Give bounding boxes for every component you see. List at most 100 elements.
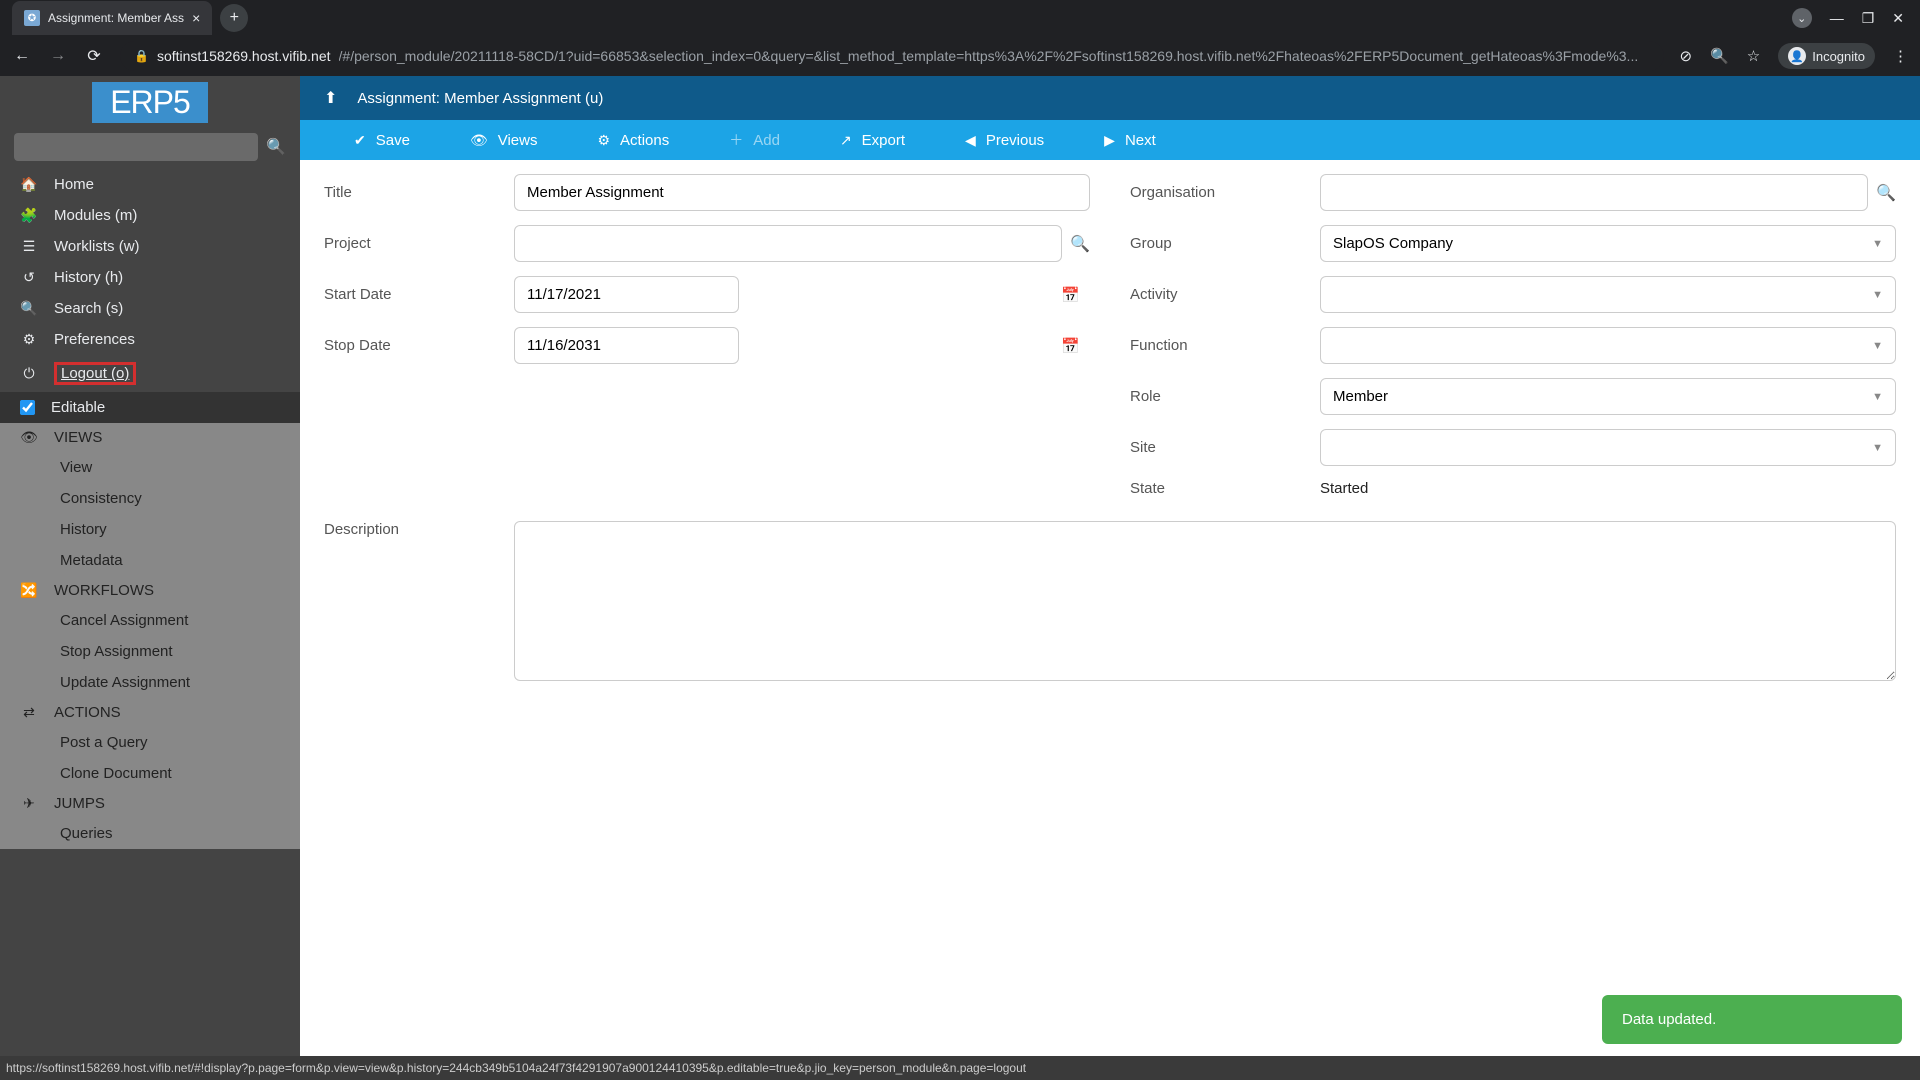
search-icon: 🔍	[20, 300, 38, 317]
sidebar-item-worklists[interactable]: ☰ Worklists (w)	[0, 231, 300, 262]
reload-icon[interactable]: ⟳	[84, 46, 104, 66]
sidebar-item-label: Preferences	[54, 331, 135, 348]
minimize-icon[interactable]: —	[1830, 10, 1844, 26]
incognito-badge[interactable]: 👤 Incognito	[1778, 43, 1875, 69]
view-item-consistency[interactable]: Consistency	[0, 483, 300, 514]
sidebar-search-input[interactable]	[14, 133, 258, 161]
workflow-update[interactable]: Update Assignment	[0, 667, 300, 698]
chrome-profile-icon[interactable]: ⌄	[1792, 8, 1812, 28]
row-activity: Activity ▼	[1130, 276, 1896, 313]
row-group: Group SlapOS Company ▼	[1130, 225, 1896, 262]
section-workflows: 🔀 WORKFLOWS	[0, 576, 300, 605]
row-project: Project 🔍	[324, 225, 1090, 262]
tab-title: Assignment: Member Ass	[48, 11, 184, 25]
action-clone[interactable]: Clone Document	[0, 758, 300, 789]
toggle-icon[interactable]: ⊘	[1680, 47, 1693, 65]
workflow-cancel[interactable]: Cancel Assignment	[0, 605, 300, 636]
puzzle-icon: 🧩	[20, 207, 38, 224]
function-select[interactable]: ▼	[1320, 327, 1896, 364]
browser-tab[interactable]: ✪ Assignment: Member Ass ×	[12, 1, 212, 35]
sidebar-item-logout[interactable]: ⏻ Logout (o)	[0, 355, 300, 392]
row-organisation: Organisation 🔍	[1130, 174, 1896, 211]
sidebar-item-modules[interactable]: 🧩 Modules (m)	[0, 200, 300, 231]
add-button[interactable]: ＋ Add	[699, 130, 810, 150]
plane-icon: ✈	[20, 795, 38, 812]
maximize-icon[interactable]: ❐	[1862, 10, 1875, 27]
view-item-view[interactable]: View	[0, 452, 300, 483]
form-grid: Title Project 🔍 Start Date	[324, 174, 1896, 511]
sidebar-item-label: Worklists (w)	[54, 238, 140, 255]
title-input[interactable]	[514, 174, 1090, 211]
row-state: State Started	[1130, 480, 1896, 497]
label-organisation: Organisation	[1130, 184, 1320, 201]
forward-icon[interactable]: →	[48, 47, 68, 65]
up-icon[interactable]: ⬆	[324, 88, 337, 108]
sidebar-item-search[interactable]: 🔍 Search (s)	[0, 293, 300, 324]
logo[interactable]: ERP5	[92, 82, 208, 123]
sidebar-item-label: Editable	[51, 399, 105, 416]
section-label: WORKFLOWS	[54, 582, 154, 599]
label-project: Project	[324, 235, 514, 252]
organisation-search-icon[interactable]: 🔍	[1876, 183, 1896, 203]
group-select[interactable]: SlapOS Company ▼	[1320, 225, 1896, 262]
button-label: Save	[376, 132, 410, 149]
workflow-stop[interactable]: Stop Assignment	[0, 636, 300, 667]
stop-date-input[interactable]	[514, 327, 739, 364]
project-input[interactable]	[514, 225, 1062, 262]
url-bar[interactable]: 🔒 softinst158269.host.vifib.net /#/perso…	[120, 41, 1664, 71]
action-post-query[interactable]: Post a Query	[0, 727, 300, 758]
role-select[interactable]: Member ▼	[1320, 378, 1896, 415]
previous-button[interactable]: ◀ Previous	[935, 132, 1074, 149]
calendar-icon[interactable]: 📅	[1061, 286, 1080, 304]
sidebar-search-icon[interactable]: 🔍	[266, 137, 286, 157]
section-actions: ⇄ ACTIONS	[0, 698, 300, 727]
save-button[interactable]: ✔ Save	[324, 132, 440, 149]
label-description: Description	[324, 521, 514, 681]
description-textarea[interactable]	[514, 521, 1896, 681]
chevron-down-icon: ▼	[1872, 238, 1883, 250]
incognito-label: Incognito	[1812, 49, 1865, 64]
site-select[interactable]: ▼	[1320, 429, 1896, 466]
actions-button[interactable]: ⚙ Actions	[567, 132, 699, 149]
row-function: Function ▼	[1130, 327, 1896, 364]
label-site: Site	[1130, 439, 1320, 456]
toolbar: ✔ Save 👁 Views ⚙ Actions ＋ Add ↗ Export …	[300, 120, 1920, 160]
view-item-metadata[interactable]: Metadata	[0, 545, 300, 576]
url-host: softinst158269.host.vifib.net	[157, 48, 331, 64]
sidebar-item-history[interactable]: ↺ History (h)	[0, 262, 300, 293]
share-icon: ↗	[840, 132, 852, 149]
tab-close-icon[interactable]: ×	[192, 10, 200, 26]
start-date-input[interactable]	[514, 276, 739, 313]
button-label: Export	[862, 132, 905, 149]
app: ERP5 🔍 🏠 Home 🧩 Modules (m) ☰ Worklists …	[0, 76, 1920, 1056]
organisation-input[interactable]	[1320, 174, 1868, 211]
status-bar: https://softinst158269.host.vifib.net/#!…	[0, 1056, 1920, 1080]
next-button[interactable]: ▶ Next	[1074, 132, 1186, 149]
chevron-down-icon: ▼	[1872, 391, 1883, 403]
menu-icon[interactable]: ⋮	[1893, 47, 1908, 65]
sidebar-item-home[interactable]: 🏠 Home	[0, 169, 300, 200]
eye-icon: 👁	[470, 132, 488, 149]
view-item-history[interactable]: History	[0, 514, 300, 545]
back-icon[interactable]: ←	[12, 47, 32, 65]
page-header: ⬆ Assignment: Member Assignment (u)	[300, 76, 1920, 120]
calendar-icon[interactable]: 📅	[1061, 337, 1080, 355]
label-role: Role	[1130, 388, 1320, 405]
zoom-icon[interactable]: 🔍	[1710, 47, 1729, 65]
sidebar-item-label: Logout (o)	[61, 365, 129, 382]
jump-queries[interactable]: Queries	[0, 818, 300, 849]
state-value: Started	[1320, 480, 1368, 497]
sidebar-item-preferences[interactable]: ⚙ Preferences	[0, 324, 300, 355]
row-start-date: Start Date 📅	[324, 276, 1090, 313]
sidebar-item-editable[interactable]: Editable	[0, 392, 300, 423]
activity-select[interactable]: ▼	[1320, 276, 1896, 313]
new-tab-button[interactable]: +	[220, 4, 248, 32]
project-search-icon[interactable]: 🔍	[1070, 234, 1090, 254]
section-label: ACTIONS	[54, 704, 121, 721]
views-button[interactable]: 👁 Views	[440, 132, 568, 149]
close-icon[interactable]: ✕	[1892, 10, 1904, 27]
editable-checkbox[interactable]	[20, 400, 35, 415]
export-button[interactable]: ↗ Export	[810, 132, 935, 149]
gear-icon: ⚙	[597, 132, 610, 149]
bookmark-icon[interactable]: ☆	[1747, 47, 1760, 65]
